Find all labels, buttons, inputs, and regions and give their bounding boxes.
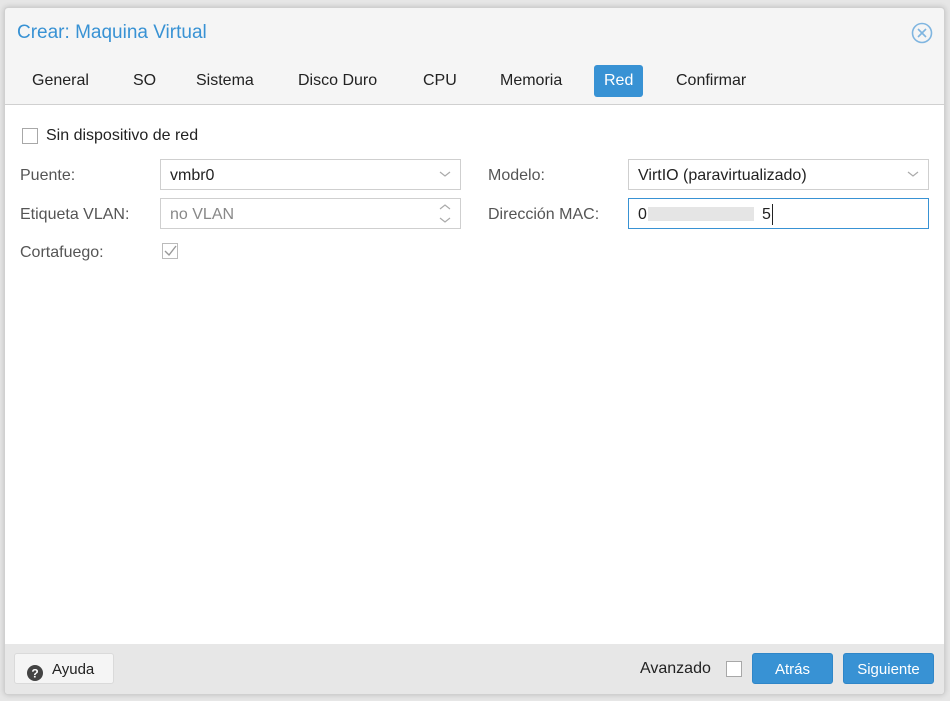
firewall-label: Cortafuego:	[20, 244, 104, 261]
mac-value-end: 5	[762, 206, 771, 223]
model-value: VirtIO (paravirtualizado)	[638, 167, 807, 184]
wizard-tabs: General SO Sistema Disco Duro CPU Memori…	[5, 65, 944, 99]
chevron-down-icon	[906, 160, 920, 189]
checkmark-icon	[164, 245, 177, 257]
next-button[interactable]: Siguiente	[843, 653, 934, 684]
advanced-checkbox[interactable]	[726, 661, 742, 677]
tab-general[interactable]: General	[22, 65, 99, 97]
spinner-arrows-icon[interactable]	[438, 199, 452, 228]
dialog-title: Crear: Maquina Virtual	[17, 22, 207, 43]
tab-disco-duro[interactable]: Disco Duro	[288, 65, 387, 97]
tab-memoria[interactable]: Memoria	[490, 65, 572, 97]
bridge-label: Puente:	[20, 167, 76, 184]
vlan-label: Etiqueta VLAN:	[20, 206, 130, 223]
chevron-down-icon	[438, 160, 452, 189]
bridge-select[interactable]: vmbr0	[160, 159, 461, 190]
tab-cpu[interactable]: CPU	[413, 65, 467, 97]
tab-sistema[interactable]: Sistema	[186, 65, 264, 97]
no-network-checkbox[interactable]	[22, 128, 38, 144]
text-caret	[772, 204, 773, 225]
back-button[interactable]: Atrás	[752, 653, 833, 684]
model-label: Modelo:	[488, 167, 545, 184]
help-button[interactable]: ? Ayuda	[14, 653, 114, 684]
svg-text:?: ?	[31, 667, 38, 681]
dialog-footer: ? Ayuda Avanzado Atrás Siguiente	[5, 644, 944, 694]
mac-value-start: 0	[638, 206, 647, 223]
tab-so[interactable]: SO	[123, 65, 166, 97]
tab-confirmar[interactable]: Confirmar	[666, 65, 756, 97]
tab-red[interactable]: Red	[594, 65, 644, 97]
advanced-label: Avanzado	[640, 660, 711, 677]
question-circle-icon: ?	[27, 661, 43, 681]
model-select[interactable]: VirtIO (paravirtualizado)	[628, 159, 929, 190]
vlan-spinner[interactable]: no VLAN	[160, 198, 461, 229]
no-network-label: Sin dispositivo de red	[46, 127, 199, 144]
close-icon[interactable]	[911, 22, 933, 44]
firewall-checkbox[interactable]	[162, 243, 178, 259]
network-panel: Sin dispositivo de red Puente: vmbr0 Eti…	[5, 104, 944, 645]
create-vm-dialog: Crear: Maquina Virtual General SO Sistem…	[4, 7, 945, 695]
redacted-mask	[648, 207, 754, 221]
bridge-value: vmbr0	[170, 167, 215, 184]
mac-label: Dirección MAC:	[488, 206, 600, 223]
help-label: Ayuda	[52, 661, 95, 678]
mac-input[interactable]: 0 5	[628, 198, 929, 229]
vlan-placeholder: no VLAN	[170, 206, 235, 223]
